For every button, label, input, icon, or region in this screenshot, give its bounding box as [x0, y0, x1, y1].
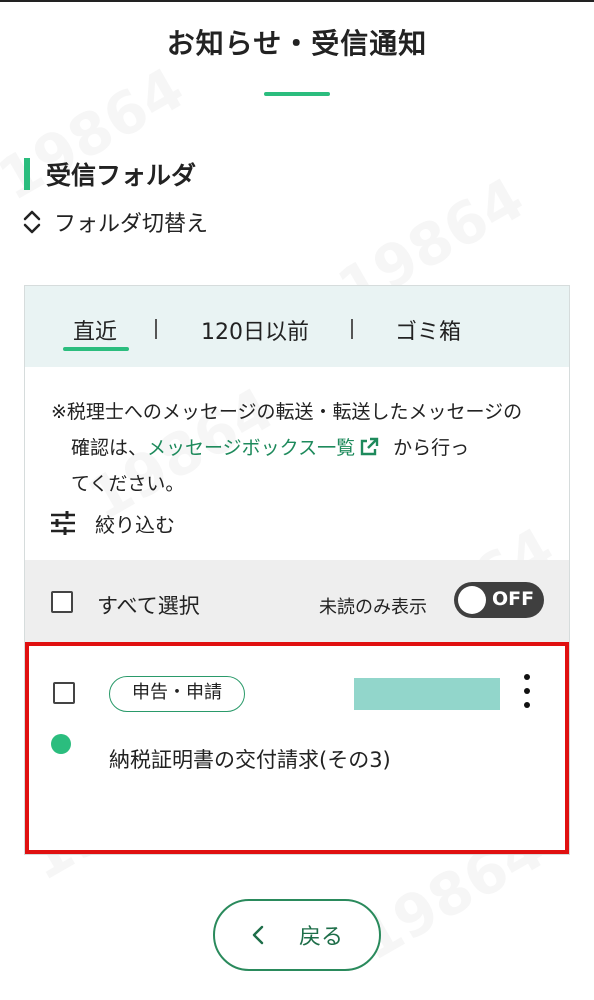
unread-only-label: 未読のみ表示 [319, 597, 427, 618]
message-box-list-link[interactable]: メッセージボックス一覧 [147, 437, 355, 459]
section-heading-text: 受信フォルダ [46, 161, 197, 190]
select-all-label: すべて選択 [97, 594, 200, 618]
inbox-panel: 直近 120日以前 ゴミ箱 ※税理士へのメッセージの転送・転送したメッセージの … [24, 285, 570, 855]
section-heading: 受信フォルダ [24, 156, 196, 192]
forwarding-notice: ※税理士へのメッセージの転送・転送したメッセージの 確認は、メッセージボックス一… [51, 394, 551, 502]
redacted-date [354, 678, 500, 710]
message-list-item[interactable]: 申告・申請 納税証明書の交付請求(その3) [25, 642, 569, 854]
active-tab-indicator [63, 347, 129, 351]
notice-prefix: 確認は、 [71, 437, 148, 459]
unread-indicator-dot [51, 734, 71, 754]
tab-trash[interactable]: ゴミ箱 [395, 314, 461, 346]
tab-bar: 直近 120日以前 ゴミ箱 [25, 286, 569, 367]
title-underline [264, 92, 330, 96]
external-link-icon[interactable] [359, 437, 379, 457]
category-badge: 申告・申請 [109, 676, 245, 712]
select-all-checkbox[interactable] [51, 591, 73, 613]
notice-line-1: ※税理士へのメッセージの転送・転送したメッセージの [51, 401, 523, 423]
tab-older-than-120-days[interactable]: 120日以前 [201, 314, 309, 346]
toggle-state-text: OFF [492, 588, 535, 610]
folder-switch-label: フォルダ切替え [54, 212, 209, 237]
tab-separator [155, 319, 157, 339]
notice-suffix: から行っ [393, 437, 470, 459]
folder-switch-button[interactable]: フォルダ切替え [22, 206, 208, 238]
notice-line-3: てください。 [71, 473, 185, 495]
more-options-icon[interactable] [521, 674, 533, 716]
notice-line-2: 確認は、メッセージボックス一覧 から行っ [51, 430, 551, 466]
page-title: お知らせ・受信通知 [166, 27, 428, 60]
section-accent-bar [24, 158, 30, 190]
back-button-label: 戻る [298, 925, 343, 950]
chevron-left-icon [252, 925, 264, 945]
filter-label: 絞り込む [95, 512, 175, 537]
unread-only-toggle[interactable]: OFF [454, 582, 544, 618]
selection-bar: すべて選択 未読のみ表示 OFF [25, 560, 569, 644]
filter-button[interactable]: 絞り込む [49, 508, 175, 538]
filter-sliders-icon [51, 511, 75, 535]
tab-separator [351, 319, 353, 339]
back-button[interactable]: 戻る [213, 899, 381, 971]
message-checkbox[interactable] [53, 682, 75, 704]
up-down-chevron-icon [23, 210, 41, 234]
top-divider [0, 0, 594, 2]
tab-recent[interactable]: 直近 [73, 314, 117, 346]
message-title[interactable]: 納税証明書の交付請求(その3) [109, 744, 391, 774]
toggle-knob [458, 586, 486, 614]
